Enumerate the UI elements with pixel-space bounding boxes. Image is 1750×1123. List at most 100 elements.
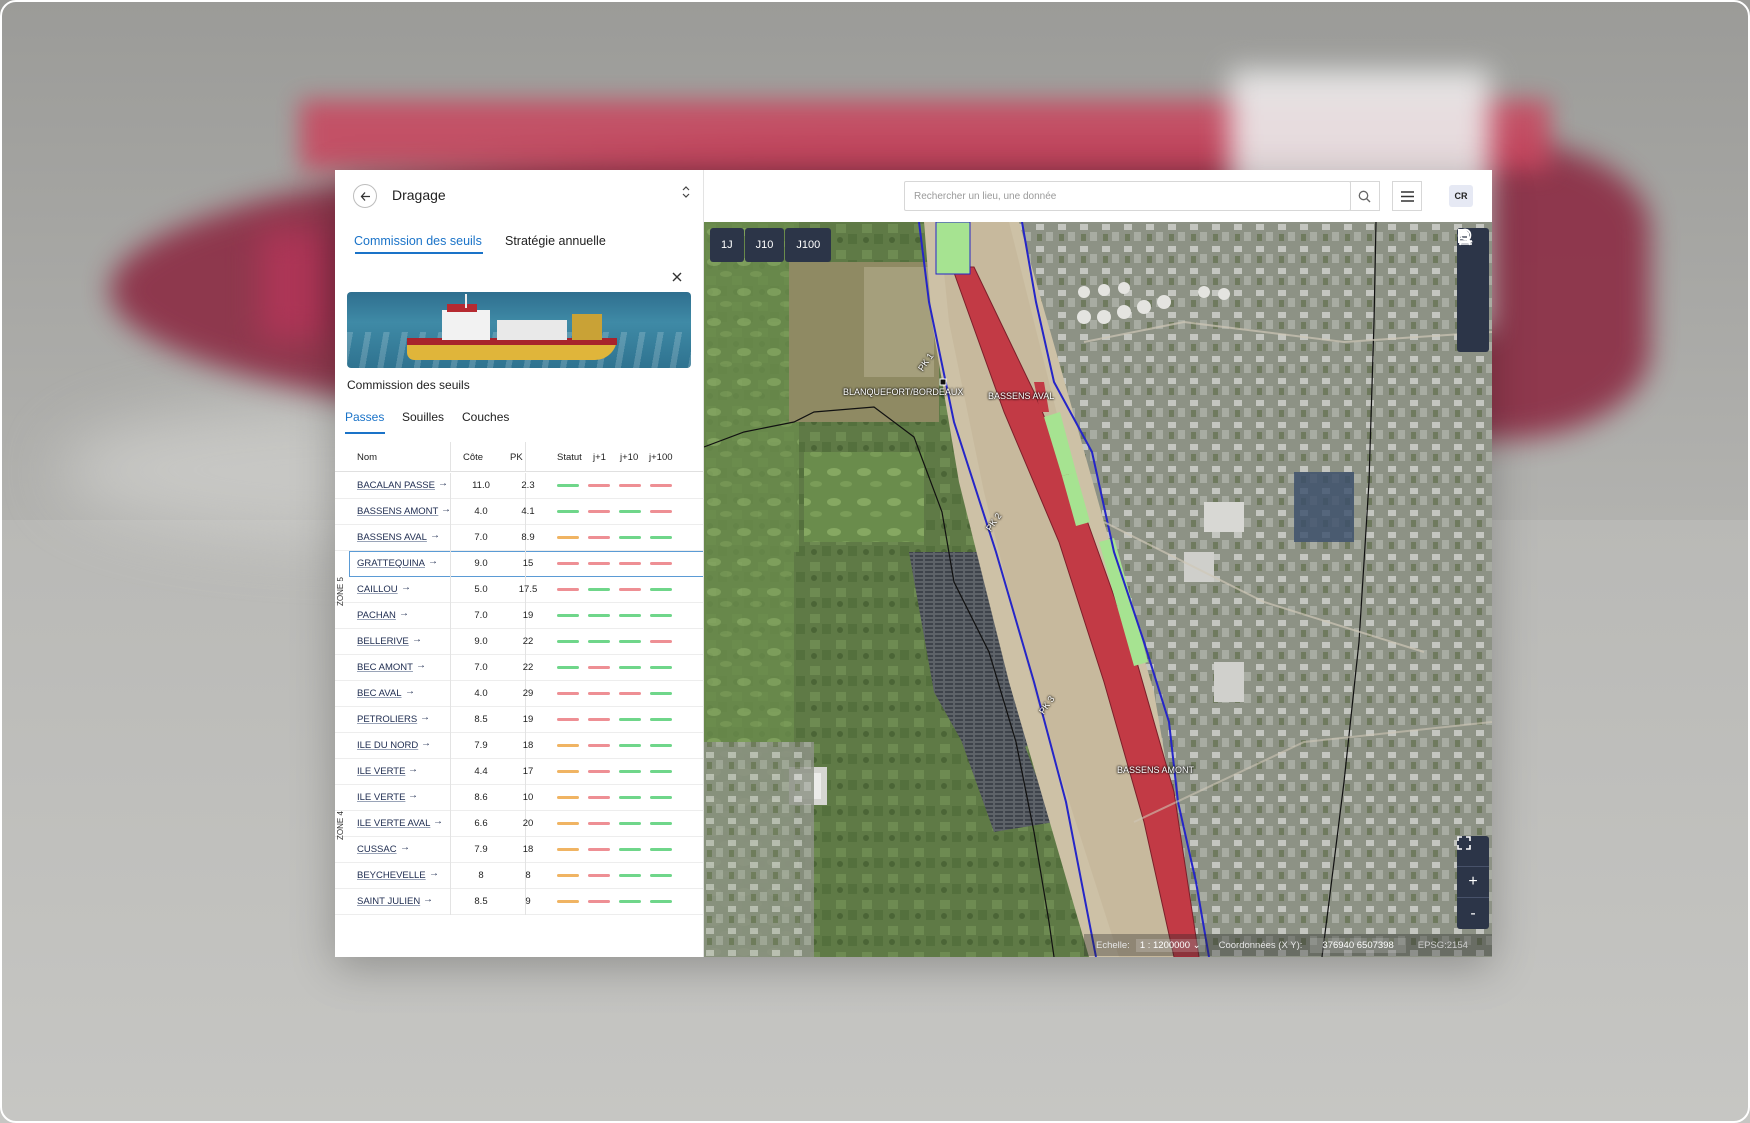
table-row[interactable]: PETROLIERS → 8.5 19 bbox=[335, 707, 703, 733]
status-bars bbox=[557, 744, 697, 748]
status-indicator bbox=[588, 796, 610, 799]
pass-name-link[interactable]: SAINT JULIEN bbox=[357, 896, 420, 907]
tab-couches[interactable]: Couches bbox=[462, 410, 509, 424]
search-button[interactable] bbox=[1350, 181, 1380, 211]
user-avatar[interactable]: CR bbox=[1449, 185, 1473, 207]
status-indicator bbox=[619, 536, 641, 539]
map-toolbar bbox=[1457, 228, 1489, 352]
col-j10: j+10 bbox=[620, 452, 639, 463]
pass-name-link[interactable]: BASSENS AVAL bbox=[357, 532, 427, 543]
satellite-map bbox=[704, 222, 1492, 957]
table-row[interactable]: ILE VERTE AVAL → 6.6 20 bbox=[335, 811, 703, 837]
table-row[interactable]: SAINT JULIEN → 8.5 9 bbox=[335, 889, 703, 915]
search-input[interactable]: Rechercher un lieu, une donnée bbox=[904, 181, 1351, 211]
status-indicator bbox=[588, 536, 610, 539]
status-indicator bbox=[650, 796, 672, 799]
sort-icon[interactable] bbox=[682, 185, 690, 201]
status-indicator bbox=[557, 796, 579, 799]
table-row[interactable]: BEC AMONT → 7.0 22 bbox=[335, 655, 703, 681]
vessel-photo bbox=[347, 292, 691, 368]
status-bars bbox=[557, 874, 697, 878]
pass-name-link[interactable]: PACHAN bbox=[357, 610, 396, 621]
status-indicator bbox=[650, 848, 672, 851]
status-bars bbox=[557, 770, 697, 774]
status-indicator bbox=[619, 614, 641, 617]
status-indicator bbox=[588, 510, 610, 513]
close-button[interactable] bbox=[672, 269, 682, 287]
zoom-in-button[interactable]: + bbox=[1457, 867, 1489, 898]
pass-name-link[interactable]: PETROLIERS bbox=[357, 714, 417, 725]
fullscreen-button[interactable] bbox=[1457, 836, 1489, 867]
status-indicator bbox=[557, 900, 579, 903]
pass-name-link[interactable]: BEC AMONT bbox=[357, 662, 413, 673]
time-button-j100[interactable]: J100 bbox=[785, 228, 832, 262]
table-row[interactable]: ILE VERTE → 4.4 17 bbox=[335, 759, 703, 785]
cote-value: 6.6 bbox=[474, 818, 488, 829]
pass-name-link[interactable]: GRATTEQUINA bbox=[357, 558, 425, 569]
status-indicator bbox=[650, 900, 672, 903]
table-row[interactable]: BASSENS AVAL → 7.0 8.9 bbox=[335, 525, 703, 551]
time-button-j10[interactable]: J10 bbox=[744, 228, 785, 262]
cote-value: 4.4 bbox=[474, 766, 488, 777]
table-row[interactable]: BEC AVAL → 4.0 29 bbox=[335, 681, 703, 707]
table-row[interactable]: GRATTEQUINA → 9.0 15 bbox=[349, 551, 703, 577]
back-button[interactable] bbox=[353, 184, 377, 208]
status-indicator bbox=[619, 718, 641, 721]
table-row[interactable]: BEYCHEVELLE → 8 8 bbox=[335, 863, 703, 889]
panel-title: Dragage bbox=[392, 187, 446, 203]
table-row[interactable]: ILE DU NORD → 7.9 18 bbox=[335, 733, 703, 759]
col-pk[interactable]: PK bbox=[510, 452, 523, 463]
pk-value: 19 bbox=[522, 610, 534, 621]
table-row[interactable]: BELLERIVE → 9.0 22 bbox=[335, 629, 703, 655]
status-bars bbox=[557, 536, 697, 540]
table-row[interactable]: BACALAN PASSE → 11.0 2.3 bbox=[335, 473, 703, 499]
pk-value: 22 bbox=[522, 662, 534, 673]
status-indicator bbox=[619, 796, 641, 799]
pass-name-link[interactable]: ILE DU NORD bbox=[357, 740, 418, 751]
pk-value: 29 bbox=[522, 688, 534, 699]
map-view[interactable]: BLANQUEFORT/BORDEAUX BASSENS AVAL BASSEN… bbox=[704, 222, 1492, 957]
table-row[interactable]: PACHAN → 7.0 19 bbox=[335, 603, 703, 629]
pass-name-link[interactable]: BASSENS AMONT bbox=[357, 506, 438, 517]
pass-name-link[interactable]: CAILLOU bbox=[357, 584, 398, 595]
pass-name-link[interactable]: ILE VERTE AVAL bbox=[357, 818, 430, 829]
app-window: Dragage Commission des seuils Stratégie … bbox=[335, 170, 1492, 957]
table-row[interactable]: ILE VERTE → 8.6 10 bbox=[335, 785, 703, 811]
arrow-right-icon: → bbox=[401, 582, 411, 593]
status-bars bbox=[557, 510, 697, 514]
status-indicator bbox=[619, 510, 641, 513]
status-indicator bbox=[619, 692, 641, 695]
fullscreen-icon bbox=[1457, 836, 1471, 850]
cote-value: 7.0 bbox=[474, 532, 488, 543]
active-subtab-indicator bbox=[345, 432, 385, 434]
history-button[interactable] bbox=[1457, 228, 1489, 350]
scale-select[interactable]: 1 : 1200000 ⌄ bbox=[1135, 938, 1205, 952]
time-search-button[interactable] bbox=[1457, 228, 1489, 290]
table-row[interactable]: BASSENS AMONT → 4.0 4.1 bbox=[335, 499, 703, 525]
pass-name-link[interactable]: BEYCHEVELLE bbox=[357, 870, 426, 881]
status-indicator bbox=[650, 562, 672, 565]
tab-strategie-annuelle[interactable]: Stratégie annuelle bbox=[505, 234, 606, 248]
tab-passes[interactable]: Passes bbox=[345, 410, 384, 424]
pass-name-link[interactable]: BEC AVAL bbox=[357, 688, 402, 699]
col-j100: j+100 bbox=[649, 452, 673, 463]
status-indicator bbox=[588, 718, 610, 721]
pass-name-link[interactable]: CUSSAC bbox=[357, 844, 397, 855]
tab-commission-seuils[interactable]: Commission des seuils bbox=[354, 234, 482, 248]
status-indicator bbox=[588, 640, 610, 643]
col-nom[interactable]: Nom bbox=[357, 452, 377, 463]
pk-value: 8 bbox=[525, 870, 531, 881]
status-indicator bbox=[588, 874, 610, 877]
col-cote[interactable]: Côte bbox=[463, 452, 483, 463]
document-button[interactable] bbox=[1457, 229, 1489, 320]
table-row[interactable]: CAILLOU → 5.0 17.5 bbox=[335, 577, 703, 603]
menu-button[interactable] bbox=[1392, 181, 1422, 211]
time-button-1j[interactable]: 1J bbox=[710, 228, 744, 262]
zoom-out-button[interactable]: - bbox=[1457, 898, 1489, 929]
pass-name-link[interactable]: BELLERIVE bbox=[357, 636, 409, 647]
pass-name-link[interactable]: ILE VERTE bbox=[357, 766, 405, 777]
pass-name-link[interactable]: BACALAN PASSE bbox=[357, 480, 435, 491]
pass-name-link[interactable]: ILE VERTE bbox=[357, 792, 405, 803]
tab-souilles[interactable]: Souilles bbox=[402, 410, 444, 424]
table-row[interactable]: CUSSAC → 7.9 18 bbox=[335, 837, 703, 863]
